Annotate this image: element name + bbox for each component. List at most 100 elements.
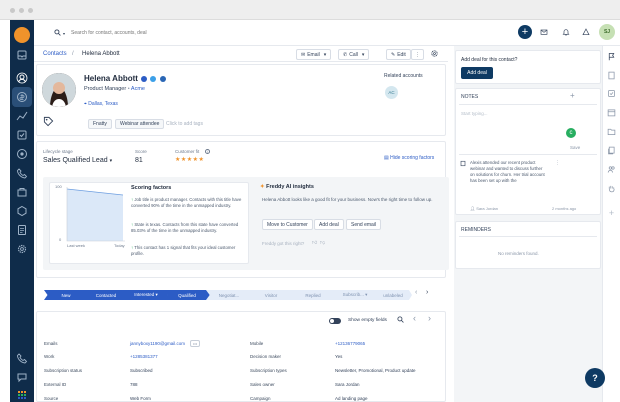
call-button[interactable]: ✆ Call ▾ [338,49,370,60]
move-to-customer-button[interactable]: Move to Customer [262,219,313,230]
linkedin-icon[interactable] [159,75,166,82]
hide-scoring-factors-link[interactable]: ▤ Hide scoring factors [384,155,434,161]
freddy-note-icon[interactable]: c [566,128,576,138]
field-value[interactable]: jannyboxy1190@gmail.com [130,341,185,346]
add-note-icon[interactable]: + [570,91,575,100]
more-actions-button[interactable]: ⋮ [411,49,424,60]
call-icon[interactable] [16,352,28,364]
help-button[interactable]: ? [585,368,605,388]
lifecycle-stage-select[interactable]: Sales Qualified Lead ▾ [43,157,112,164]
fields-search-icon[interactable] [397,316,404,325]
add-deal-primary-button[interactable]: Add deal [461,67,493,79]
pipeline-stage[interactable]: Subscrib... ▾ [332,290,378,300]
thumbs-down-icon[interactable]: 👎︎ [320,240,325,246]
note-author: 👤︎ Sara Jordan [470,206,498,211]
tasks-icon[interactable] [16,129,28,141]
folder-icon[interactable] [607,127,616,136]
mail-icon[interactable] [537,25,551,39]
flag-icon[interactable] [607,52,616,61]
search-input[interactable] [71,30,272,36]
pipeline-stage[interactable]: Contacted [84,290,128,300]
documents-icon[interactable] [16,224,28,236]
tag-chip[interactable]: Fnatty [88,119,112,129]
sequences-icon[interactable] [16,205,28,217]
twitter-icon[interactable] [150,75,157,82]
notes-title: NOTES [461,94,479,100]
note-time: 2 months ago [552,206,577,211]
pipeline-stage[interactable]: Replied [290,290,336,300]
deals-icon[interactable] [16,91,28,103]
user-avatar[interactable]: SJ [599,24,615,40]
add-widget-icon[interactable]: + [607,209,616,218]
fields-next-icon[interactable]: › [428,313,431,323]
chart-x-left: Last week [67,243,86,248]
settings-icon[interactable] [16,243,28,255]
field-label: External ID [44,382,67,387]
ai-feedback-prompt: Freddy got this right? [262,241,305,246]
pipeline-stage[interactable]: Negotiat... [206,290,252,300]
note-more-icon[interactable]: ⋮ [555,160,560,166]
contact-location[interactable]: ⌖ Dallas, Texas [84,101,118,107]
alerts-icon[interactable] [579,25,593,39]
show-empty-fields-toggle[interactable] [329,318,341,324]
browser-chrome [0,0,620,20]
pipeline-prev-icon[interactable]: ‹ [415,289,417,296]
search-icon [54,28,61,38]
settings-gear-icon[interactable] [430,49,439,60]
field-value: Yes [335,354,343,359]
pencil-icon: ✎ [391,51,396,58]
info-icon[interactable]: i [205,149,210,154]
hand-icon[interactable] [607,184,616,193]
quick-add-button[interactable]: + [518,25,532,39]
phone-icon[interactable] [16,167,28,179]
pipeline-stage[interactable]: unlabeled [374,290,412,300]
notes-card [455,88,601,215]
add-deal-button[interactable]: Add deal [314,219,344,230]
related-accounts-label: Related accounts [384,73,423,79]
breadcrumb-contacts-link[interactable]: Contacts [43,51,67,57]
field-label: Subscription status [44,368,83,373]
chat-icon[interactable] [16,371,28,383]
window-close-dot[interactable] [10,8,15,13]
app-logo[interactable] [14,27,30,43]
products-icon[interactable] [16,186,28,198]
note-input[interactable]: Start typing... [461,111,488,116]
search-dropdown-caret-icon[interactable]: ▾ [63,31,65,36]
contacts-icon[interactable] [16,72,28,84]
add-tag-input[interactable]: Click to add tags [166,121,203,127]
save-note-button[interactable]: Save [570,145,580,150]
email-button[interactable]: ✉ Email ▾ [296,49,332,60]
fields-prev-icon[interactable]: ‹ [413,313,416,323]
edit-button[interactable]: ✎ Edit [386,49,411,60]
files-icon[interactable] [607,146,616,155]
apps-grid-icon[interactable] [16,389,28,401]
thumbs-up-icon[interactable]: 👍︎ [312,240,317,246]
pipeline-stage[interactable]: Interested ▾ [124,290,168,300]
pipeline-stage[interactable]: New [44,290,88,300]
freddy-icon: ✦ [260,184,265,190]
pipeline-stage[interactable]: Qualified [164,290,210,300]
people-icon[interactable] [607,165,616,174]
send-email-button[interactable]: Send email [346,219,382,230]
field-value[interactable]: +12136779065 [335,341,365,346]
email-more-badge[interactable]: ••• [190,340,201,347]
reports-icon[interactable] [16,110,28,122]
campaigns-icon[interactable] [16,148,28,160]
window-maximize-dot[interactable] [28,8,33,13]
field-value[interactable]: +1285381377 [130,354,158,359]
notes-rail-icon[interactable] [607,71,616,80]
inbox-icon[interactable] [16,49,28,61]
window-minimize-dot[interactable] [19,8,24,13]
pipeline-stage[interactable]: Visitor [248,290,294,300]
pipeline-next-icon[interactable]: › [426,289,428,296]
notifications-bell-icon[interactable] [559,25,573,39]
tag-chip[interactable]: Webinar attendee [115,119,165,129]
facebook-icon[interactable] [141,75,148,82]
global-search[interactable]: ▾ [54,26,304,40]
email-caret-icon: ▾ [323,51,327,58]
calendar-icon[interactable] [607,108,616,117]
field-value: Sara Jordan [335,382,360,387]
tasks-rail-icon[interactable] [607,89,616,98]
company-link[interactable]: Acme [131,86,145,92]
related-account-avatar[interactable]: AC [385,86,398,99]
